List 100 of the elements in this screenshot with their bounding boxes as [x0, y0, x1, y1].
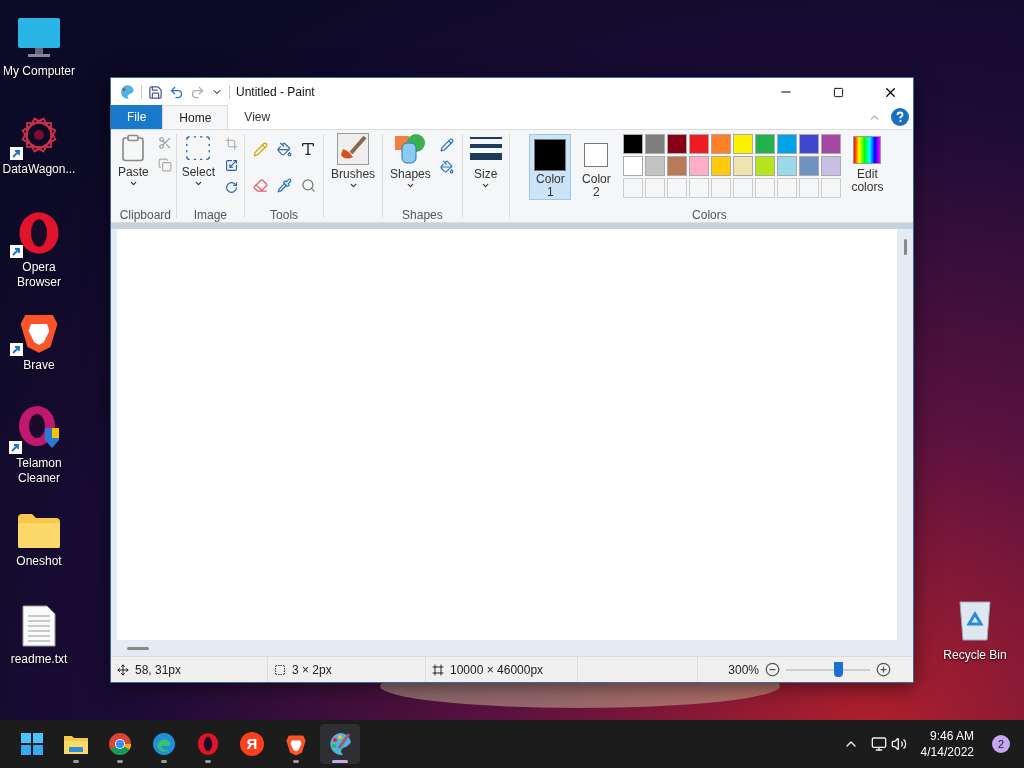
copy-icon: [157, 158, 172, 172]
color-swatch[interactable]: [667, 134, 688, 154]
eraser-icon: [252, 177, 268, 193]
zoom-slider[interactable]: [786, 661, 870, 678]
group-label: Tools: [270, 208, 299, 222]
desktop-icon-label[interactable]: DataWagon...: [0, 162, 78, 177]
zoom-out-button[interactable]: [765, 662, 780, 677]
save-icon[interactable]: [148, 84, 163, 100]
color-selector[interactable]: Color 1: [529, 134, 572, 200]
color-swatch[interactable]: [821, 134, 842, 154]
redo-icon[interactable]: [190, 84, 205, 100]
color-swatch[interactable]: [733, 156, 754, 176]
notification-badge[interactable]: 2: [992, 735, 1010, 753]
letter-icon: [300, 141, 317, 157]
paste-button[interactable]: Paste: [115, 130, 152, 208]
desktop-icon-label[interactable]: Brave: [0, 358, 78, 373]
maximize-icon: [832, 86, 844, 98]
palette-icon: [119, 84, 135, 100]
opera-logo-icon: [16, 210, 62, 256]
desktop-icon-label[interactable]: Recycle Bin: [943, 646, 1007, 664]
color-swatch[interactable]: [799, 156, 820, 176]
paint-bucket-icon: [276, 141, 292, 157]
shapes-button[interactable]: Shapes: [387, 130, 434, 208]
brushes-button[interactable]: Brushes: [328, 130, 379, 190]
color-swatch[interactable]: [711, 134, 732, 154]
cursor-position: 58, 31px: [135, 661, 182, 679]
color-swatch[interactable]: [733, 134, 754, 154]
wave-logo-icon: [152, 732, 176, 756]
caret-icon: [405, 181, 415, 190]
edit-colors-button[interactable]: Edit colors: [845, 134, 890, 208]
paint-bucket-icon: [439, 160, 454, 174]
color-swatch[interactable]: [667, 156, 688, 176]
vertical-scrollbar-thumb[interactable]: [903, 239, 907, 255]
spectrum-icon: [853, 136, 882, 164]
shapes-icon: [394, 133, 427, 165]
zoom-in-button[interactable]: [876, 662, 891, 677]
horizontal-scrollbar-thumb[interactable]: [127, 646, 149, 650]
monitor-icon: [16, 16, 62, 60]
file-menu-tab[interactable]: File: [111, 105, 163, 129]
folder-icon: [63, 733, 89, 755]
select-button[interactable]: Select: [178, 130, 219, 208]
shortcut-arrow-icon: [10, 147, 23, 160]
volume-icon[interactable]: [890, 736, 907, 752]
shortcut-arrow-icon: [10, 245, 23, 258]
crop-icon: [224, 136, 238, 150]
brush-icon: [337, 133, 370, 165]
group-label: Image: [193, 208, 228, 222]
help-icon[interactable]: [891, 108, 909, 126]
color-swatch[interactable]: [623, 134, 644, 154]
windows-logo-icon: [20, 732, 44, 756]
network-icon[interactable]: [870, 736, 887, 752]
eyedropper-icon: [276, 177, 292, 193]
resize-icon: [224, 158, 238, 172]
selection-size-icon: [274, 663, 286, 676]
palette-icon: [327, 731, 353, 757]
group-label: Shapes: [402, 208, 443, 222]
undo-icon[interactable]: [169, 84, 184, 100]
shortcut-arrow-icon: [10, 343, 23, 356]
taskbar-app-button[interactable]: [320, 724, 360, 764]
color-swatch[interactable]: [689, 134, 710, 154]
desktop-icon-label[interactable]: Oneshot: [0, 554, 78, 569]
color-swatch[interactable]: [689, 156, 710, 176]
color-swatch[interactable]: [755, 156, 776, 176]
pencil-icon: [439, 138, 454, 152]
color-swatch[interactable]: [645, 156, 666, 176]
taskbar-app-button[interactable]: Я: [232, 724, 272, 764]
color-selector[interactable]: Color 2: [575, 134, 618, 200]
color-swatch[interactable]: [777, 156, 798, 176]
group-label: Colors: [692, 208, 727, 222]
color-swatch[interactable]: [623, 156, 644, 176]
folder-icon: [16, 512, 62, 550]
zoom-slider-thumb[interactable]: [834, 661, 844, 677]
caret-icon: [128, 179, 138, 188]
search-icon: [300, 177, 316, 193]
color-swatch[interactable]: [777, 134, 798, 154]
desktop-icon-label[interactable]: Opera Browser: [0, 260, 78, 290]
pencil-icon: [252, 141, 268, 157]
canvas-size: 10000 × 46000px: [450, 661, 544, 679]
clock[interactable]: 9:46 AM 4/14/2022: [920, 728, 974, 760]
desktop-icon-label[interactable]: readme.txt: [0, 652, 78, 667]
desktop-icon-label[interactable]: Telamon Cleaner: [0, 456, 78, 486]
rotate-icon: [224, 180, 238, 194]
opera-logo-icon: [196, 732, 220, 756]
ribbon-tab[interactable]: View: [228, 105, 287, 129]
chrome-logo-icon: [108, 732, 132, 756]
cursor-position-icon: [117, 663, 129, 676]
color-swatch[interactable]: [711, 156, 732, 176]
size-button[interactable]: Size: [466, 130, 505, 190]
caret-icon: [193, 179, 203, 188]
color-swatch[interactable]: [755, 134, 776, 154]
ribbon-tab[interactable]: Home: [162, 105, 229, 129]
caret-icon: [348, 181, 358, 190]
yandex-logo: Я: [240, 732, 264, 756]
color-swatch[interactable]: [799, 134, 820, 154]
zoom-level: 300%: [728, 661, 759, 679]
color-swatch[interactable]: [645, 134, 666, 154]
canvas-size-icon: [432, 663, 444, 676]
window-title: Untitled - Paint: [236, 84, 315, 101]
desktop-icon-label[interactable]: My Computer: [0, 64, 78, 79]
color-swatch[interactable]: [821, 156, 842, 176]
